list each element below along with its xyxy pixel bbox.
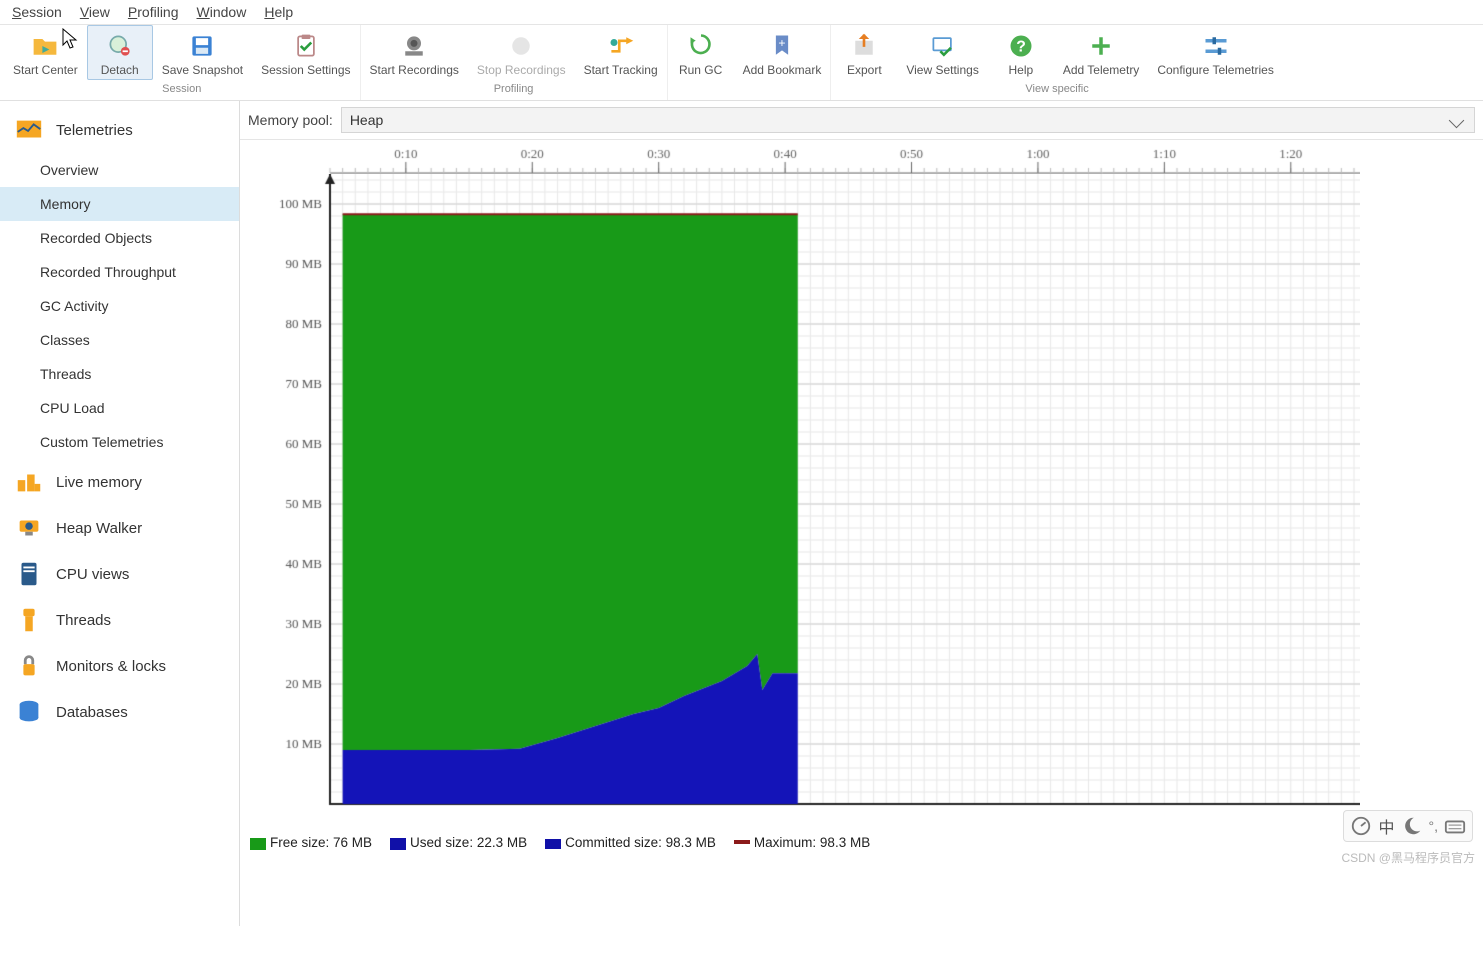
sidebar-section-telemetries[interactable]: Telemetries <box>0 107 239 153</box>
telemetries-icon <box>14 115 44 145</box>
sidebar-item-recorded-throughput[interactable]: Recorded Throughput <box>0 255 239 289</box>
help-icon: ? <box>1007 32 1035 60</box>
sidebar-item-overview[interactable]: Overview <box>0 153 239 187</box>
detach-button[interactable]: Detach <box>87 25 153 80</box>
menu-profiling[interactable]: Profiling <box>128 4 179 20</box>
memory-pool-value: Heap <box>350 112 383 128</box>
sidebar-item-recorded-objects[interactable]: Recorded Objects <box>0 221 239 255</box>
folder-play-icon <box>31 32 59 60</box>
svg-text:+: + <box>778 36 785 50</box>
sidebar-section-threads[interactable]: Threads <box>0 597 239 643</box>
sidebar-section-databases[interactable]: Databases <box>0 689 239 735</box>
start-center-button[interactable]: Start Center <box>4 25 87 80</box>
memory-chart <box>240 140 1483 926</box>
group-label-profiling: Profiling <box>494 80 534 98</box>
session-settings-button[interactable]: Session Settings <box>252 25 359 80</box>
legend-swatch-max <box>734 840 750 844</box>
clipboard-check-icon <box>292 32 320 60</box>
add-bookmark-button[interactable]: +Add Bookmark <box>734 25 831 80</box>
detach-icon <box>106 32 134 60</box>
record-icon <box>400 32 428 60</box>
help-button[interactable]: ?Help <box>988 25 1054 80</box>
chevron-down-icon <box>1449 113 1465 129</box>
ime-lang-icon: 中 <box>1378 814 1394 838</box>
sidebar-section-cpu-views[interactable]: CPU views <box>0 551 239 597</box>
mode-icon: °, <box>1429 818 1439 834</box>
legend-swatch-free <box>250 838 266 850</box>
sidebar-item-custom-telemetries[interactable]: Custom Telemetries <box>0 425 239 459</box>
sidebar-section-live-memory[interactable]: Live memory <box>0 459 239 505</box>
group-label-session: Session <box>162 80 201 98</box>
configure-icon <box>1202 32 1230 60</box>
start-tracking-button[interactable]: Start Tracking <box>575 25 667 80</box>
recycle-icon <box>687 32 715 60</box>
sidebar-item-memory[interactable]: Memory <box>0 187 239 221</box>
group-label-view: View specific <box>1025 80 1088 98</box>
sidebar-section-heap-walker[interactable]: Heap Walker <box>0 505 239 551</box>
add-telemetry-button[interactable]: Add Telemetry <box>1054 25 1148 80</box>
sidebar-item-threads[interactable]: Threads <box>0 357 239 391</box>
menubar: Session View Profiling Window Help <box>0 0 1483 25</box>
watermark: CSDN @黑马程序员官方 <box>1341 849 1475 866</box>
svg-text:?: ? <box>1016 38 1026 55</box>
memory-pool-select[interactable]: Heap <box>341 107 1475 133</box>
start-recordings-button[interactable]: Start Recordings <box>361 25 468 80</box>
menu-window[interactable]: Window <box>197 4 247 20</box>
run-gc-button[interactable]: Run GC <box>668 25 734 80</box>
sidebar-item-classes[interactable]: Classes <box>0 323 239 357</box>
sidebar-item-cpu-load[interactable]: CPU Load <box>0 391 239 425</box>
view-settings-button[interactable]: View Settings <box>897 25 988 80</box>
plus-icon <box>1087 32 1115 60</box>
configure-telemetries-button[interactable]: Configure Telemetries <box>1148 25 1283 80</box>
menu-help[interactable]: Help <box>264 4 293 20</box>
legend-swatch-committed <box>545 839 561 849</box>
legend-swatch-used <box>390 838 406 850</box>
save-icon <box>188 32 216 60</box>
ime-status-bar[interactable]: 中 °, <box>1343 810 1473 842</box>
stop-recordings-button: Stop Recordings <box>468 25 575 80</box>
chart-legend: Free size: 76 MB Used size: 22.3 MB Comm… <box>250 835 870 850</box>
save-snapshot-button[interactable]: Save Snapshot <box>153 25 252 80</box>
menu-session[interactable]: Session <box>12 4 62 20</box>
stop-icon <box>507 32 535 60</box>
tracking-icon <box>607 32 635 60</box>
sidebar: Telemetries OverviewMemoryRecorded Objec… <box>0 101 240 926</box>
view-settings-icon <box>929 32 957 60</box>
sidebar-item-gc-activity[interactable]: GC Activity <box>0 289 239 323</box>
toolbar: Start Center Detach Save Snapshot Sessio… <box>0 25 1483 101</box>
gauge-icon <box>1350 815 1372 837</box>
keyboard-icon <box>1444 815 1466 837</box>
memory-pool-label: Memory pool: <box>248 112 333 128</box>
export-icon <box>850 32 878 60</box>
export-button[interactable]: Export <box>831 25 897 80</box>
bookmark-icon: + <box>768 32 796 60</box>
moon-icon <box>1401 815 1423 837</box>
menu-view[interactable]: View <box>80 4 110 20</box>
sidebar-section-monitors-locks[interactable]: Monitors & locks <box>0 643 239 689</box>
